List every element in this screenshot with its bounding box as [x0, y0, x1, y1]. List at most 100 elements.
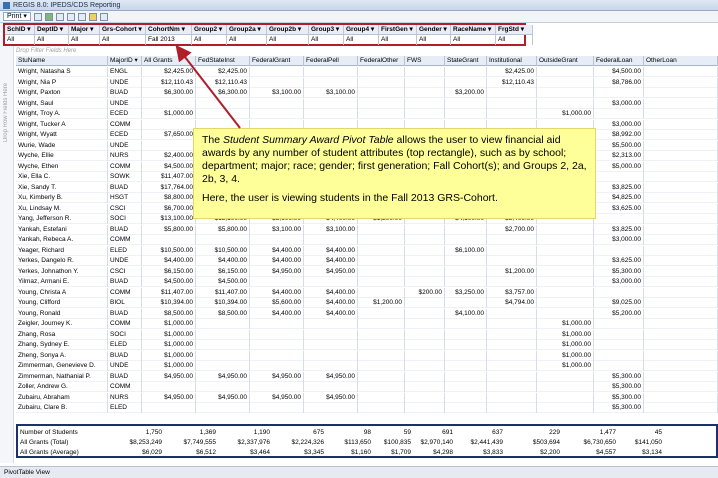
table-row[interactable]: Zimmerman, Genevieve D. UNDE $1,000.00 $1,0… [16, 361, 718, 371]
table-cell: $4,500.00 [142, 161, 196, 172]
filter-field-6[interactable]: Group2a ▾ [227, 25, 267, 35]
table-cell [445, 403, 487, 413]
filter-field-11[interactable]: Gender ▾ [417, 25, 451, 35]
column-header-9[interactable]: Institutional [487, 56, 537, 66]
table-row[interactable]: Young, Clifford BIOL $10,394.00 $10,394.00 $… [16, 298, 718, 308]
filter-value-9[interactable]: All [344, 35, 379, 45]
filter-value-8[interactable]: All [309, 35, 344, 45]
table-row[interactable]: Wright, Saul UNDE $3,000.00 [16, 98, 718, 109]
filter-value-2[interactable]: All [69, 35, 100, 45]
table-row[interactable]: Yeager, Richard ELED $10,500.00 $10,500.00 $… [16, 245, 718, 256]
filter-field-1[interactable]: DeptID ▾ [35, 25, 69, 35]
table-cell: BUAD [108, 371, 142, 382]
table-cell [445, 340, 487, 350]
table-row[interactable]: Zoller, Andrew G. COMM $5,300.00 [16, 382, 718, 392]
table-cell: Zhang, Sydney E. [16, 340, 108, 350]
table-cell [304, 77, 358, 88]
filter-value-10[interactable]: All [379, 35, 417, 45]
filter-value-4[interactable]: Fall 2013 [146, 35, 192, 45]
table-cell: $1,000.00 [537, 361, 594, 371]
table-row[interactable]: Wright, Troy A. ECED $1,000.00 $1,000.00 [16, 109, 718, 119]
filter-field-0[interactable]: SchID ▾ [5, 25, 35, 35]
table-cell: HSGT [108, 193, 142, 203]
filter-field-8[interactable]: Group3 ▾ [309, 25, 344, 35]
filter-field-3[interactable]: Grs-Cohort ▾ [100, 25, 146, 35]
table-row[interactable]: Yerkes, Dangelo R. UNDE $4,400.00 $4,400.00… [16, 256, 718, 266]
table-cell: BUAD [108, 277, 142, 287]
column-header-5[interactable]: FederalPell [304, 56, 358, 66]
refresh-icon[interactable] [44, 12, 53, 21]
column-header-10[interactable]: OutsideGrant [537, 56, 594, 66]
table-cell [487, 340, 537, 350]
save-icon[interactable] [33, 12, 42, 21]
filter-icon[interactable] [88, 12, 97, 21]
table-row[interactable]: Yilmaz, Armani E. BUAD $4,500.00 $4,500.00 $… [16, 277, 718, 287]
table-row[interactable]: Young, Christa A COMM $11,407.00 $11,407.00… [16, 287, 718, 298]
table-cell: BUAD [108, 224, 142, 235]
table-row[interactable]: Zubairu, Abraham NURS $4,950.00 $4,950.00 $4… [16, 392, 718, 403]
totals-cell: $141,050 [634, 439, 662, 446]
table-row[interactable]: Wright, Paxton BUAD $6,300.00 $6,300.00 $3,1… [16, 88, 718, 98]
table-cell [142, 235, 196, 245]
table-cell [644, 235, 718, 245]
table-row[interactable]: Yankah, Estefani BUAD $5,800.00 $5,800.00 $3… [16, 224, 718, 235]
filter-field-4[interactable]: CohortNm ▾ [146, 25, 192, 35]
filter-value-11[interactable]: All [417, 35, 451, 45]
column-header-11[interactable]: FederalLoan [594, 56, 644, 66]
column-header-2[interactable]: All Grants [142, 56, 196, 66]
table-row[interactable]: Zhang, Sydney E. ELED $1,000.00 $1,000.00 [16, 340, 718, 350]
totals-cell: $2,337,976 [237, 439, 270, 446]
table-cell [250, 109, 304, 119]
column-header-3[interactable]: FedStateInst [196, 56, 250, 66]
grid-icon[interactable] [66, 12, 75, 21]
table-row[interactable]: Zubairu, Clare B. ELED $5,300.00 [16, 403, 718, 413]
filter-value-1[interactable]: All [35, 35, 69, 45]
table-cell [445, 319, 487, 329]
column-header-7[interactable]: FWS [405, 56, 445, 66]
column-header-6[interactable]: FederalOther [358, 56, 405, 66]
table-row[interactable]: Yankah, Rebeca A. COMM $3,000.00 [16, 235, 718, 245]
filter-value-3[interactable]: All [100, 35, 146, 45]
settings-icon[interactable] [99, 12, 108, 21]
table-cell: $5,500.00 [594, 140, 644, 151]
filter-field-12[interactable]: RaceName ▾ [451, 25, 496, 35]
table-cell: $1,000.00 [537, 350, 594, 361]
filter-field-5[interactable]: Group2 ▾ [192, 25, 227, 35]
filter-field-2[interactable]: Major ▾ [69, 25, 100, 35]
export-icon[interactable] [55, 12, 64, 21]
filter-value-0[interactable]: All [5, 35, 35, 45]
totals-cell: 59 [403, 429, 411, 436]
table-row[interactable]: Yerkes, Johnathon Y. CSCI $6,150.00 $6,150.… [16, 266, 718, 277]
print-button[interactable]: Print ▾ [3, 12, 31, 21]
column-header-8[interactable]: StateGrant [445, 56, 487, 66]
table-cell [644, 130, 718, 140]
filter-field-13[interactable]: FrgStd ▾ [496, 25, 533, 35]
totals-cell: All Grants (Total) [20, 439, 69, 446]
table-cell: NURS [108, 392, 142, 403]
filter-value-6[interactable]: All [227, 35, 267, 45]
chart-icon[interactable] [77, 12, 86, 21]
column-header-12[interactable]: OtherLoan [644, 56, 718, 66]
table-cell [358, 392, 405, 403]
table-row[interactable]: Zheng, Sonya A. BUAD $1,000.00 $1,000.00 [16, 350, 718, 361]
table-row[interactable]: Wright, Nia P UNDE $12,110.43 $12,110.43 $12… [16, 77, 718, 88]
filter-field-10[interactable]: FirstGen ▾ [379, 25, 417, 35]
table-cell: $10,500.00 [196, 245, 250, 256]
table-cell [405, 361, 445, 371]
table-row[interactable]: Young, Ronald BUAD $8,500.00 $8,500.00 $4,40… [16, 308, 718, 319]
filter-value-5[interactable]: All [192, 35, 227, 45]
filter-value-13[interactable]: All [496, 35, 533, 45]
filter-field-9[interactable]: Group4 ▾ [344, 25, 379, 35]
filter-value-12[interactable]: All [451, 35, 496, 45]
column-header-1[interactable]: MajorID ▾ [108, 56, 142, 66]
table-row[interactable]: Zimmerman, Nathanial P. BUAD $4,950.00 $4,9… [16, 371, 718, 382]
column-header-0[interactable]: StuName [16, 56, 108, 66]
table-row[interactable]: Zeigler, Journey K. COMM $1,000.00 $1,000.0… [16, 319, 718, 329]
row-drop-area[interactable]: Drop Row Fields Here [0, 23, 14, 463]
table-row[interactable]: Zhang, Rosa SOCI $1,000.00 $1,000.00 [16, 329, 718, 340]
filter-value-7[interactable]: All [267, 35, 309, 45]
table-row[interactable]: Wright, Natasha S ENGL $2,425.00 $2,425.00 $… [16, 67, 718, 77]
filter-field-7[interactable]: Group2b ▾ [267, 25, 309, 35]
column-header-4[interactable]: FederalGrant [250, 56, 304, 66]
totals-cell: $2,200 [540, 449, 560, 456]
